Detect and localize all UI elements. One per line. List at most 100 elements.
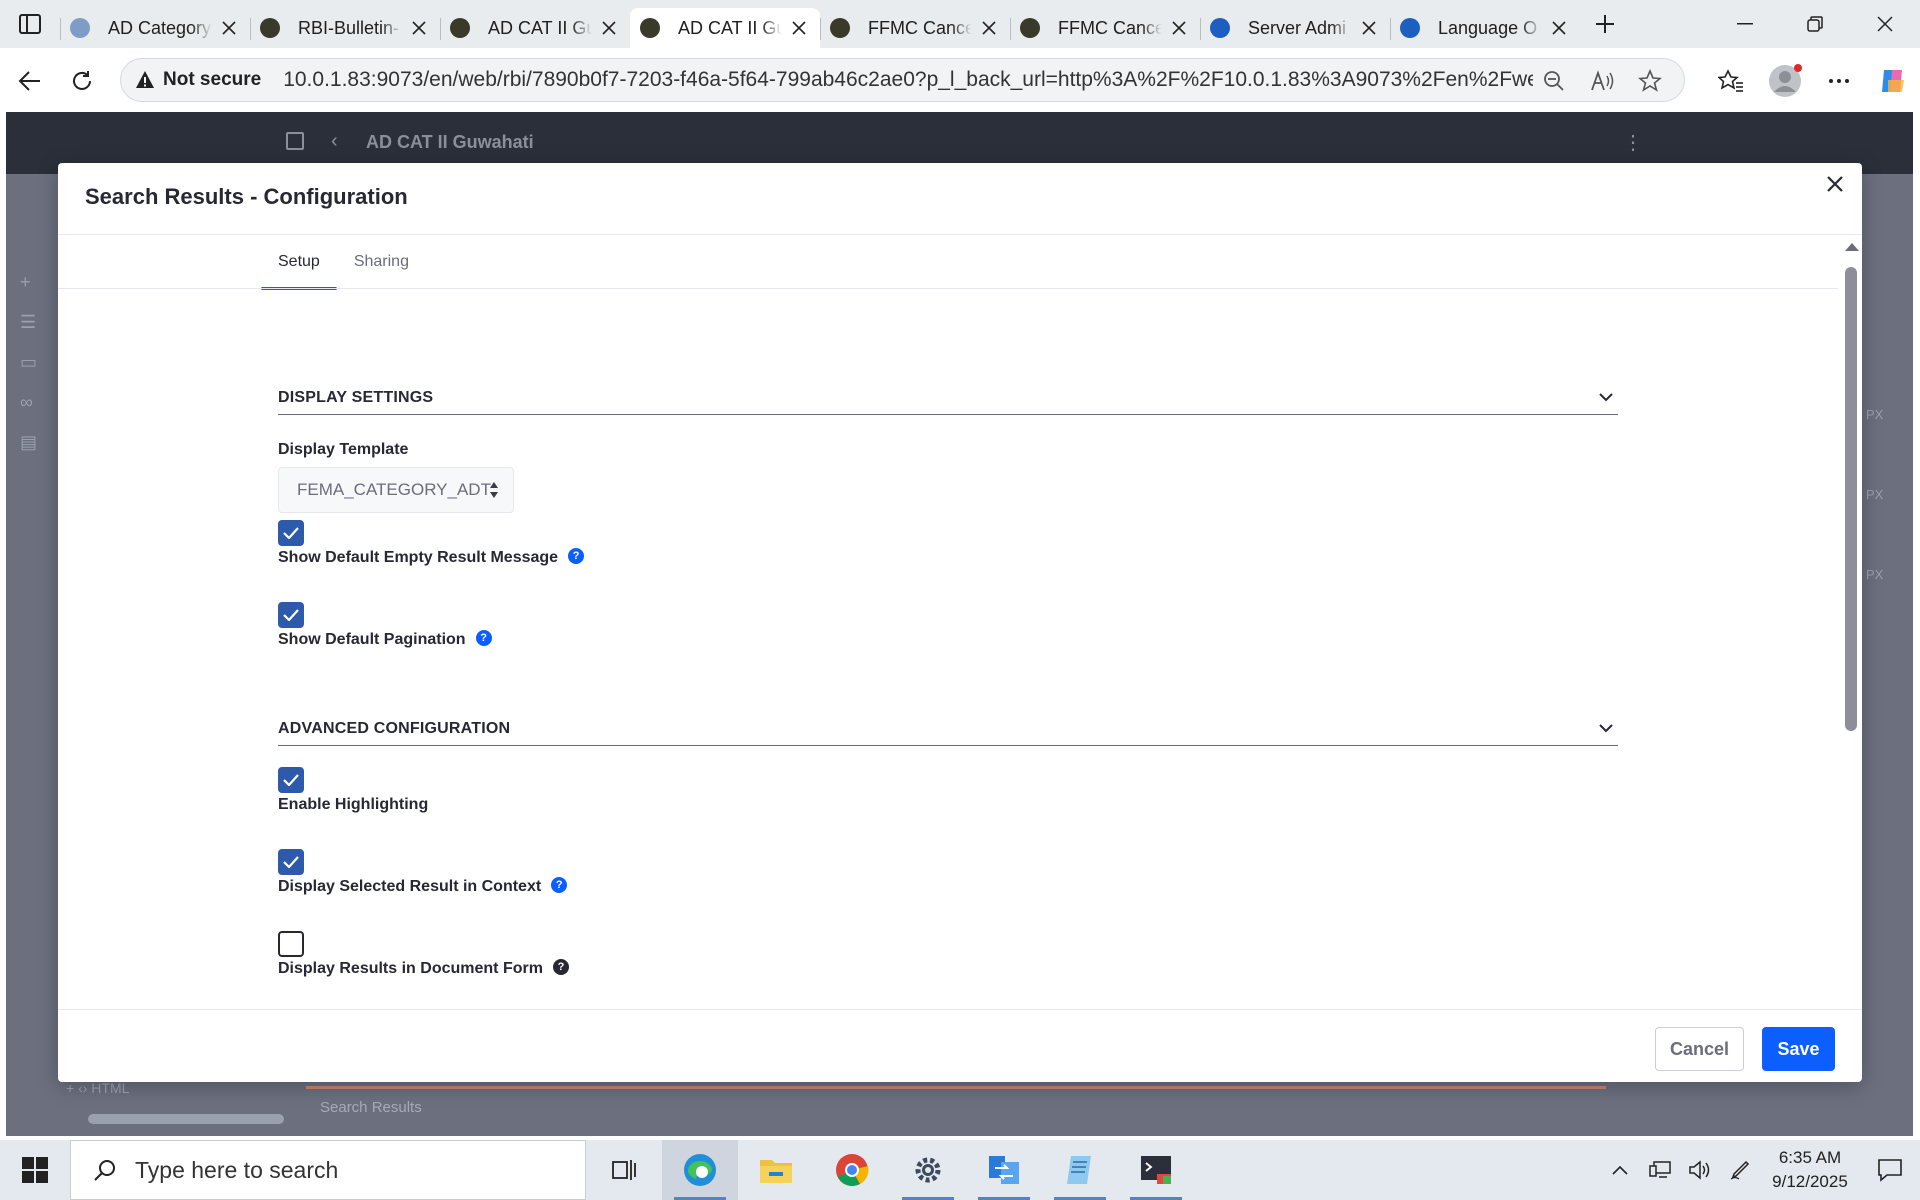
configuration-modal: Search Results - Configuration Setup Sha… [58,163,1862,1082]
browser-tab[interactable]: RBI-Bulletin- [250,8,440,48]
tab-favicon-icon [1020,18,1040,38]
copilot-icon[interactable] [1866,55,1920,107]
tab-close-icon[interactable] [1168,17,1190,39]
kebab-icon: ⋮ [1623,132,1643,154]
refresh-icon[interactable] [56,55,108,107]
browser-tab[interactable]: FFMC Cance [1010,8,1200,48]
checkbox-label-text: Show Default Pagination [278,631,466,648]
checkbox-label-text: Display Selected Result in Context [278,878,542,895]
terminal-icon[interactable] [1118,1140,1194,1200]
side-panel-icon [286,132,304,150]
px-label: PX [1866,567,1884,582]
restore-icon[interactable] [1780,0,1850,48]
taskbar-search-box[interactable]: Type here to search [70,1140,586,1200]
tab-close-icon[interactable] [1358,17,1380,39]
cancel-button[interactable]: Cancel [1655,1027,1744,1071]
modal-title: Search Results - Configuration [85,184,408,209]
tab-close-icon[interactable] [218,17,240,39]
task-view-icon[interactable] [586,1140,662,1200]
chevron-down-icon[interactable] [1594,716,1618,740]
tab-title: AD CAT II Gu [678,17,782,38]
more-options-icon[interactable] [1812,55,1866,107]
help-icon[interactable]: ? [552,959,569,975]
tab-close-icon[interactable] [408,17,430,39]
html-label: + ‹› HTML [66,1080,130,1096]
display-template-select[interactable]: FEMA_CATEGORY_ADT [278,467,514,513]
checkbox-enable-highlighting[interactable] [278,767,304,793]
pen-icon[interactable] [1720,1159,1760,1181]
tab-actions-icon[interactable] [0,0,60,48]
read-aloud-icon[interactable] [1578,70,1626,92]
browser-tab[interactable]: Language O [1390,8,1580,48]
close-icon[interactable] [1818,167,1852,201]
notepad-icon[interactable] [1042,1140,1118,1200]
tab-favicon-icon [70,18,90,38]
browser-tab[interactable]: FFMC Cance [820,8,1010,48]
tab-favicon-icon [1210,18,1230,38]
browser-tab[interactable]: AD CAT II Gu [630,8,820,48]
chevron-down-icon[interactable] [1594,385,1618,409]
settings-gear-icon[interactable] [890,1140,966,1200]
new-tab-icon[interactable] [1580,0,1630,48]
link-icon: ∞ [20,392,33,412]
favorite-star-icon[interactable] [1626,69,1674,93]
modal-scrollbar[interactable] [1844,243,1859,1003]
volume-icon[interactable] [1680,1160,1720,1180]
modal-footer: Cancel Save [58,1009,1862,1082]
notifications-icon[interactable] [1860,1158,1920,1182]
tab-close-icon[interactable] [788,17,810,39]
tab-sharing[interactable]: Sharing [337,235,426,289]
save-button[interactable]: Save [1762,1027,1835,1071]
network-icon[interactable] [1640,1160,1680,1180]
favorites-icon[interactable] [1704,55,1758,107]
tab-favicon-icon [830,18,850,38]
browser-tab[interactable]: AD Category [60,8,250,48]
tab-separator [250,18,251,40]
chevron-up-icon[interactable] [1600,1165,1640,1175]
checkbox-label-text: Show Default Empty Result Message [278,549,559,566]
tab-close-icon[interactable] [1548,17,1570,39]
help-icon[interactable]: ? [551,877,568,893]
file-explorer-icon[interactable] [738,1140,814,1200]
checkbox-display-selected-in-context[interactable] [278,849,304,875]
px-label: PX [1866,487,1884,502]
minimize-icon[interactable] [1710,0,1780,48]
checkbox-show-pagination[interactable] [278,602,304,628]
system-clock[interactable]: 6:35 AM 9/12/2025 [1760,1146,1860,1194]
browser-tab[interactable]: Server Admi [1200,8,1390,48]
back-icon[interactable] [4,55,56,107]
tab-setup[interactable]: Setup [261,235,337,290]
checkbox-show-empty-result[interactable] [278,520,304,546]
tab-close-icon[interactable] [598,17,620,39]
browser-tab[interactable]: AD CAT II Gu [440,8,630,48]
scrollbar-thumb[interactable] [1845,267,1857,731]
page-title: AD CAT II Guwahati [366,132,534,152]
chrome-icon[interactable] [814,1140,890,1200]
section-display-settings[interactable]: DISPLAY SETTINGS [278,381,1618,415]
checkbox-label-text: Display Results in Document Form [278,960,543,977]
tab-close-icon[interactable] [978,17,1000,39]
page-search-results-row: Search Results [306,1086,1606,1136]
page-horizontal-scrollbar [66,1112,326,1126]
edge-browser-icon[interactable] [662,1140,738,1200]
help-icon[interactable]: ? [568,548,585,564]
profile-avatar[interactable] [1758,55,1812,107]
windows-start-icon[interactable] [0,1140,70,1200]
close-window-icon[interactable] [1850,0,1920,48]
tab-favicon-icon [260,18,280,38]
zoom-out-icon[interactable] [1530,70,1578,92]
checkbox-display-document-form[interactable] [278,931,304,957]
url-text[interactable]: 10.0.1.83:9073/en/web/rbi/7890b0f7-7203-… [283,68,1533,92]
remote-transfer-icon[interactable] [966,1140,1042,1200]
tab-favicon-icon [450,18,470,38]
section-advanced-configuration[interactable]: ADVANCED CONFIGURATION [278,712,1618,746]
warning-icon [136,71,154,88]
display-template-value: FEMA_CATEGORY_ADT [297,480,491,499]
help-icon[interactable]: ? [475,630,492,646]
security-label[interactable]: Not secure [163,69,261,91]
search-placeholder: Type here to search [135,1156,339,1183]
address-bar[interactable]: Not secure 10.0.1.83:9073/en/web/rbi/789… [120,58,1685,102]
clock-date: 9/12/2025 [1772,1172,1848,1191]
tab-separator [1200,18,1201,40]
scroll-up-icon[interactable] [1845,243,1859,251]
